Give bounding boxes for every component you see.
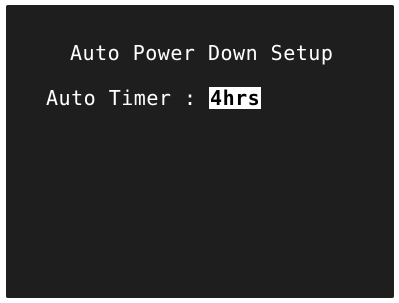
menu-title: Auto Power Down Setup [70,41,334,65]
auto-timer-value[interactable]: 4hrs [209,87,262,109]
auto-timer-label: Auto Timer : [46,86,197,110]
osd-screen: Auto Power Down Setup Auto Timer : 4hrs [6,5,394,298]
auto-timer-row[interactable]: Auto Timer : 4hrs [46,86,262,110]
